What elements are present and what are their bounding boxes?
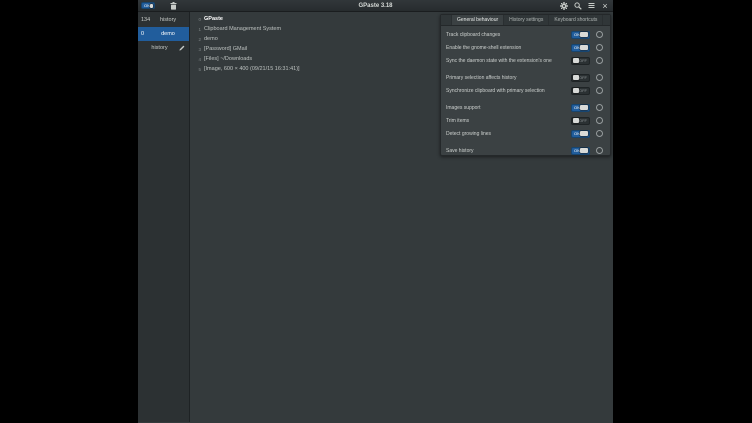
settings-body: Track clipboard changesONEnable the gnom…: [441, 26, 610, 157]
setting-row: Synchronize clipboard with primary selec…: [441, 84, 610, 97]
edit-history-button[interactable]: [178, 44, 186, 52]
setting-row: Primary selection affects history OFF: [441, 71, 610, 84]
reset-button[interactable]: [596, 31, 603, 38]
settings-group: Primary selection affects history OFF Sync…: [441, 71, 610, 97]
sidebar-history-list: 134history0demo: [138, 13, 189, 41]
setting-switch[interactable]: OFF: [571, 87, 590, 95]
setting-label: Synchronize clipboard with primary selec…: [446, 88, 571, 94]
switch-state: OFF: [579, 119, 587, 123]
settings-button[interactable]: [558, 1, 569, 11]
setting-row: Enable the gnome-shell extensionON: [441, 41, 610, 54]
clipboard-item-index: 5: [197, 67, 201, 72]
setting-label: Detect growing lines: [446, 131, 571, 137]
history-item-count: 134: [141, 17, 150, 23]
titlebar-left-controls: ON: [141, 1, 179, 11]
settings-panel: General behaviourHistory settingsKeyboar…: [440, 14, 611, 156]
setting-row: Detect growing linesON: [441, 127, 610, 140]
clipboard-item-index: 4: [197, 57, 201, 62]
setting-label: Enable the gnome-shell extension: [446, 45, 571, 51]
setting-switch[interactable]: ON: [571, 31, 590, 39]
setting-row: Save historyON: [441, 144, 610, 157]
window-title: GPaste 3.18: [138, 0, 613, 12]
gpaste-window: GPaste 3.18 ON: [138, 0, 613, 423]
titlebar-right-controls: ×: [558, 1, 610, 11]
gear-icon: [560, 2, 568, 10]
reset-button[interactable]: [596, 44, 603, 51]
new-history-row: [138, 41, 189, 55]
clipboard-item-index: 1: [197, 27, 201, 32]
clipboard-item-text: [Image, 600 × 400 (09/21/15 16:31:41)]: [204, 66, 300, 72]
tab-keyboard-shortcuts[interactable]: Keyboard shortcuts: [549, 15, 603, 25]
menu-button[interactable]: [586, 1, 597, 11]
reset-button[interactable]: [596, 87, 603, 94]
setting-switch[interactable]: OFF: [571, 74, 590, 82]
setting-label: Save history: [446, 148, 571, 154]
settings-group: Save historyON: [441, 144, 610, 157]
search-icon: [574, 2, 582, 10]
clipboard-item-index: 0: [197, 17, 201, 22]
setting-label: Trim items: [446, 118, 571, 124]
setting-switch[interactable]: ON: [571, 44, 590, 52]
reset-button[interactable]: [596, 117, 603, 124]
tab-history-settings[interactable]: History settings: [504, 15, 549, 25]
tab-general-behaviour[interactable]: General behaviour: [451, 15, 504, 25]
setting-switch[interactable]: ON: [571, 104, 590, 112]
setting-label: Primary selection affects history: [446, 75, 571, 81]
clipboard-item-text: [Files] ~/Downloads: [204, 56, 252, 62]
clipboard-item-text: [Password] GMail: [204, 46, 247, 52]
switch-state: OFF: [579, 76, 587, 80]
setting-switch[interactable]: ON: [571, 130, 590, 138]
pencil-icon: [179, 45, 185, 51]
setting-switch[interactable]: ON: [571, 147, 590, 155]
search-button[interactable]: [572, 1, 583, 11]
switch-knob: [580, 105, 588, 110]
clipboard-item-text: Clipboard Management System: [204, 26, 281, 32]
reset-button[interactable]: [596, 74, 603, 81]
clipboard-item-index: 2: [197, 37, 201, 42]
close-icon: ×: [602, 1, 607, 11]
settings-group: Track clipboard changesONEnable the gnom…: [441, 28, 610, 67]
history-item-count: 0: [141, 31, 150, 37]
setting-label: Images support: [446, 105, 571, 111]
new-history-input[interactable]: [141, 45, 178, 51]
track-changes-switch[interactable]: ON: [141, 2, 155, 9]
switch-knob: [580, 148, 588, 153]
switch-knob: [580, 45, 588, 50]
close-button[interactable]: ×: [600, 1, 610, 11]
empty-history-button[interactable]: [168, 1, 179, 11]
setting-label: Sync the daemon state with the extension…: [446, 58, 571, 64]
switch-knob: [150, 4, 153, 8]
reset-button[interactable]: [596, 130, 603, 137]
trash-icon: [170, 2, 177, 10]
menu-icon: [588, 2, 595, 9]
sidebar: 134history0demo: [138, 12, 190, 422]
reset-button[interactable]: [596, 147, 603, 154]
switch-knob: [580, 131, 588, 136]
history-item-label: demo: [150, 31, 186, 37]
switch-state: OFF: [579, 89, 587, 93]
settings-group: Images supportONTrim itemsOFFDetect grow…: [441, 101, 610, 140]
switch-knob: [580, 32, 588, 37]
setting-switch[interactable]: OFF: [571, 117, 590, 125]
setting-switch[interactable]: OFF: [571, 57, 590, 65]
desktop-background: { "colors": { "accent": "#215d9c", "wind…: [0, 0, 752, 423]
settings-tabs: General behaviourHistory settingsKeyboar…: [441, 15, 610, 26]
setting-row: Track clipboard changesON: [441, 28, 610, 41]
setting-row: Trim items OFF: [441, 114, 610, 127]
history-item-label: history: [150, 17, 186, 23]
setting-row: Sync the daemon state with the extension…: [441, 54, 610, 67]
clipboard-item-text: GPaste: [204, 16, 223, 22]
sidebar-history-item[interactable]: 134history: [138, 13, 189, 27]
sidebar-history-item[interactable]: 0demo: [138, 27, 189, 41]
setting-label: Track clipboard changes: [446, 32, 571, 38]
titlebar: GPaste 3.18 ON: [138, 0, 613, 12]
clipboard-item-index: 3: [197, 47, 201, 52]
setting-row: Images supportON: [441, 101, 610, 114]
reset-button[interactable]: [596, 104, 603, 111]
reset-button[interactable]: [596, 57, 603, 64]
switch-state: OFF: [579, 59, 587, 63]
clipboard-item-text: demo: [204, 36, 218, 42]
